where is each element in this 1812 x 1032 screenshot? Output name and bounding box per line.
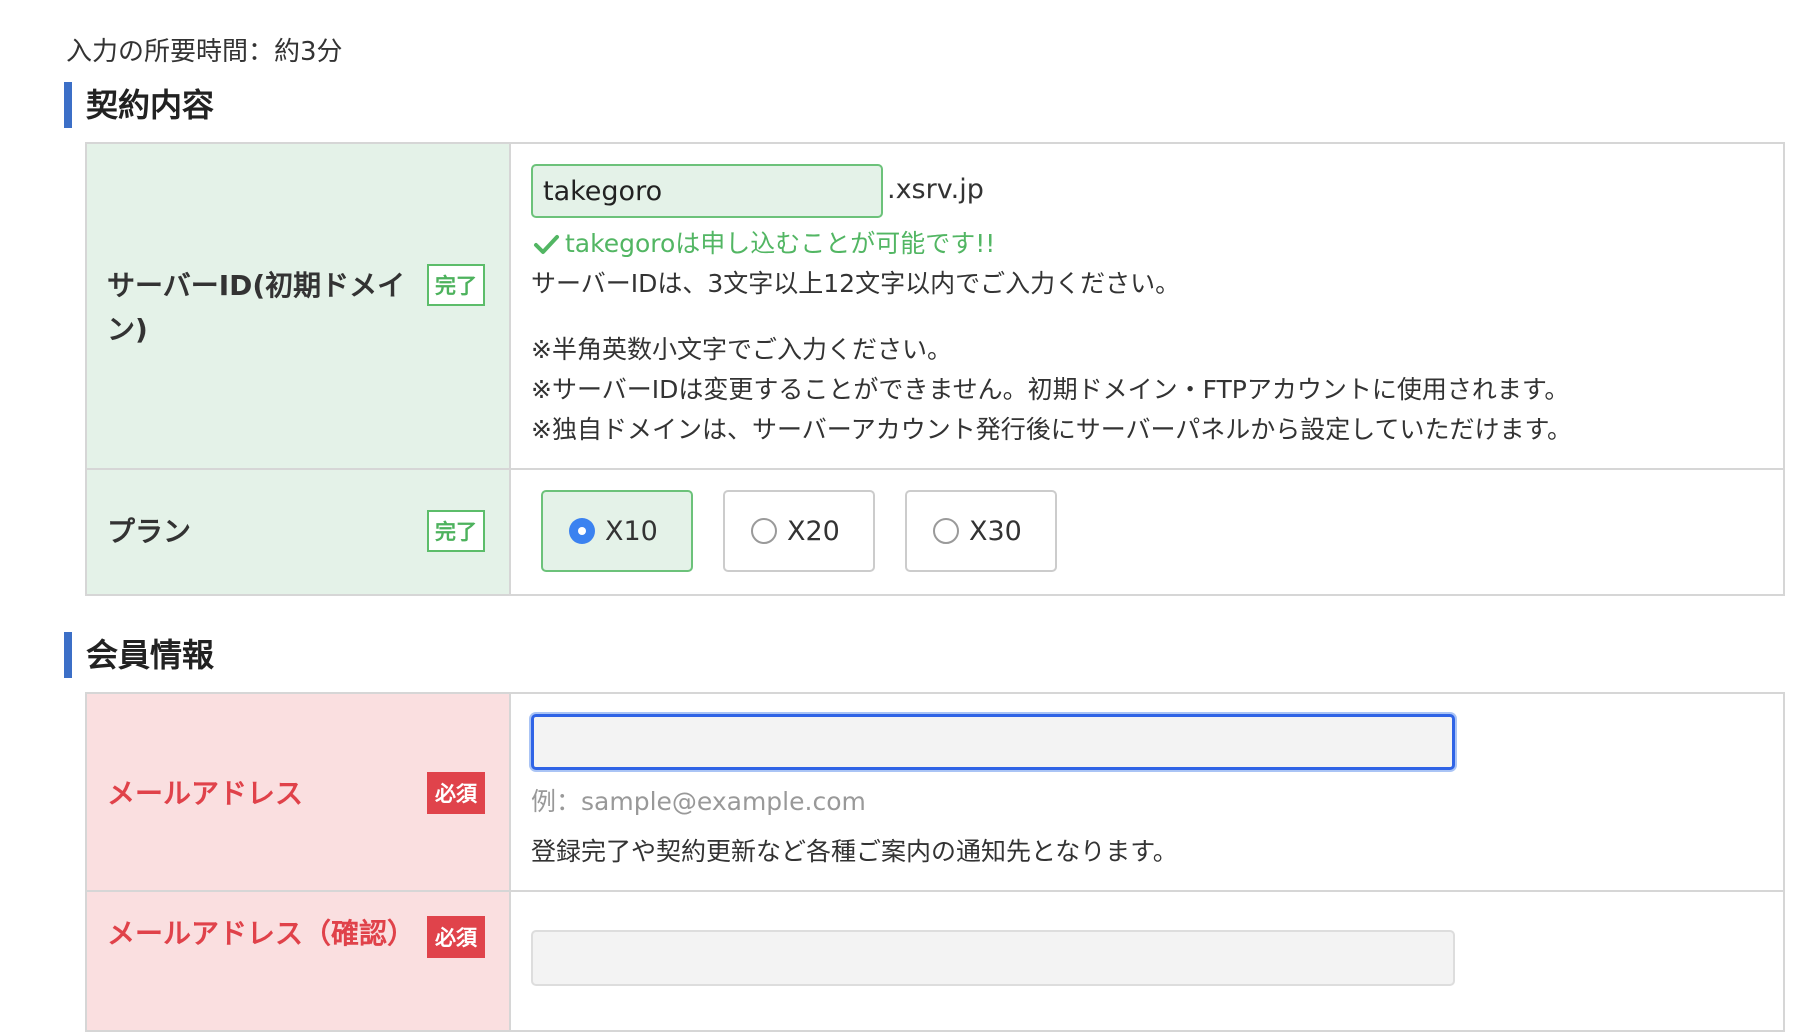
plan-option-label: X30: [969, 515, 1022, 547]
status-badge-complete: 完了: [427, 510, 485, 552]
plan-value-cell: X10 X20 X30: [509, 468, 1785, 596]
email-value-cell: 例：sample@example.com 登録完了や契約更新など各種ご案内の通知…: [509, 692, 1785, 892]
server-id-label: サーバーID(初期ドメイン): [107, 269, 406, 346]
email-label-cell: メールアドレス 必須: [85, 692, 511, 892]
email-input[interactable]: [531, 714, 1455, 770]
email-confirm-input[interactable]: [531, 930, 1455, 986]
plan-row: プラン 完了 X10 X20 X30: [85, 468, 1785, 596]
email-confirm-value-cell: [509, 890, 1785, 1032]
server-id-help-length: サーバーIDは、3文字以上12文字以内でご入力ください。: [531, 269, 1181, 298]
plan-label-cell: プラン 完了: [85, 468, 511, 596]
plan-label: プラン: [107, 515, 192, 548]
radio-unselected-icon[interactable]: [933, 518, 959, 544]
section-title-member: 会員情報: [64, 632, 214, 678]
email-placeholder-hint: 例：sample@example.com: [531, 787, 866, 816]
plan-option-label: X10: [605, 515, 658, 547]
plan-option-x10[interactable]: X10: [541, 490, 693, 572]
signup-form-page: 入力の所要時間：約3分 契約内容 サーバーID(初期ドメイン) 完了 .xsrv…: [0, 0, 1812, 1032]
estimated-time-note: 入力の所要時間：約3分: [66, 37, 343, 67]
plan-option-x30[interactable]: X30: [905, 490, 1057, 572]
availability-message: takegoroは申し込むことが可能です!!: [531, 224, 995, 264]
status-badge-required: 必須: [427, 772, 485, 814]
plan-option-x20[interactable]: X20: [723, 490, 875, 572]
email-confirm-row: メールアドレス（確認） 必須: [85, 890, 1785, 1032]
email-label: メールアドレス: [107, 777, 304, 810]
domain-suffix: .xsrv.jp: [887, 174, 984, 205]
email-row: メールアドレス 必須 例：sample@example.com 登録完了や契約更…: [85, 692, 1785, 892]
status-badge-required: 必須: [427, 916, 485, 958]
server-id-label-cell: サーバーID(初期ドメイン) 完了: [85, 142, 511, 470]
plan-option-label: X20: [787, 515, 840, 547]
check-icon: [534, 235, 559, 254]
server-id-help-lowercase: ※半角英数小文字でご入力ください。: [531, 335, 952, 364]
radio-selected-icon[interactable]: [569, 518, 595, 544]
server-id-help-custom-domain: ※独自ドメインは、サーバーアカウント発行後にサーバーパネルから設定していただけま…: [531, 415, 1572, 444]
status-badge-complete: 完了: [427, 264, 485, 306]
email-confirm-label-cell: メールアドレス（確認） 必須: [85, 890, 511, 1032]
server-id-row: サーバーID(初期ドメイン) 完了 .xsrv.jp takegoroは申し込む…: [85, 142, 1785, 470]
radio-unselected-icon[interactable]: [751, 518, 777, 544]
section-title-contract: 契約内容: [64, 82, 214, 128]
server-id-value-cell: .xsrv.jp takegoroは申し込むことが可能です!! サーバーIDは、…: [509, 142, 1785, 470]
email-confirm-label: メールアドレス（確認）: [107, 917, 416, 950]
availability-text: takegoroは申し込むことが可能です!!: [565, 229, 996, 258]
email-note: 登録完了や契約更新など各種ご案内の通知先となります。: [531, 837, 1178, 866]
contract-form-table: サーバーID(初期ドメイン) 完了 .xsrv.jp takegoroは申し込む…: [85, 142, 1785, 596]
member-form-table: メールアドレス 必須 例：sample@example.com 登録完了や契約更…: [85, 692, 1785, 1032]
server-id-help-immutable: ※サーバーIDは変更することができません。初期ドメイン・FTPアカウントに使用さ…: [531, 375, 1570, 404]
server-id-input[interactable]: [531, 164, 883, 218]
